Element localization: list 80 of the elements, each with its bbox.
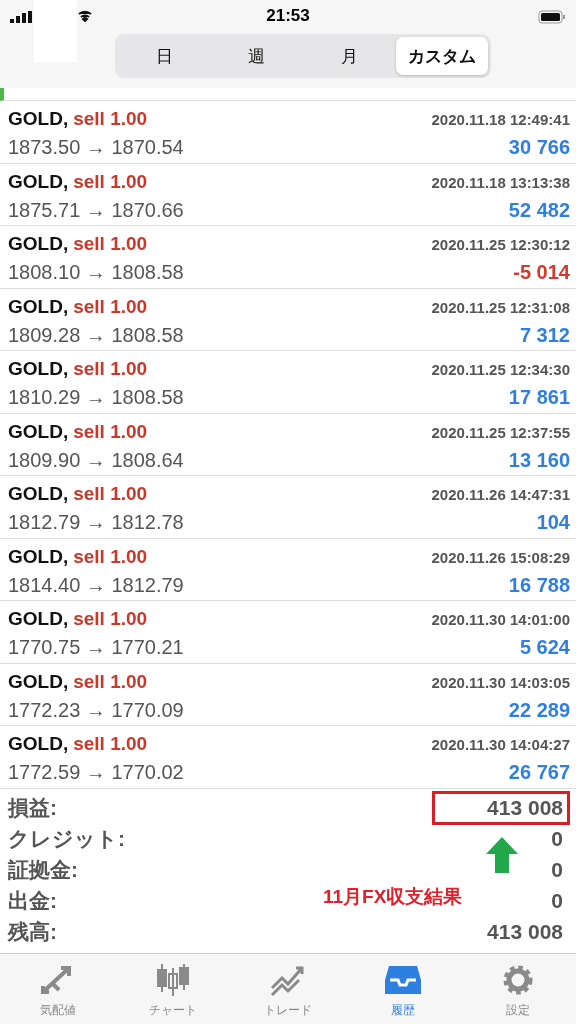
deal-profit: 22 289 (508, 698, 570, 722)
deal-prices: 1808.10 → 1808.58 (8, 261, 184, 285)
deal-type: sell 1.00 (73, 233, 148, 255)
deal-type: sell 1.00 (73, 608, 148, 630)
deal-profit: 13 160 (508, 448, 570, 472)
period-tab[interactable]: カスタム (395, 37, 488, 75)
deal-time: 2020.11.30 14:04:27 (431, 736, 570, 754)
deal-prices: 1809.28 → 1808.58 (8, 323, 184, 347)
symbol-label: GOLD, (8, 358, 69, 380)
deal-time: 2020.11.25 12:34:30 (431, 361, 570, 379)
deal-type: sell 1.00 (73, 108, 148, 130)
symbol-label: GOLD, (8, 420, 69, 442)
deal-time: 2020.11.26 15:08:29 (431, 548, 570, 566)
signal-icon (10, 11, 34, 23)
deal-time: 2020.11.26 14:47:31 (431, 486, 570, 504)
tab-bar-item[interactable]: チャート (115, 954, 231, 1024)
wifi-icon (78, 10, 92, 22)
deal-prices: 1873.50 → 1870.54 (8, 136, 184, 160)
deal-prices: 1809.90 → 1808.64 (8, 448, 184, 472)
deal-prices: 1812.79 → 1812.78 (8, 511, 184, 535)
deal-time: 2020.11.25 12:31:08 (431, 298, 570, 316)
deal-prices: 1875.71 → 1870.66 (8, 198, 184, 222)
deal-prices: 1772.23 → 1770.09 (8, 698, 184, 722)
status-time: 21:53 (266, 6, 310, 26)
deal-type: sell 1.00 (73, 358, 148, 380)
summary-value: 413 008 (432, 791, 570, 825)
deal-type: sell 1.00 (73, 670, 148, 692)
deal-type: sell 1.00 (73, 483, 148, 505)
up-arrow-icon (486, 836, 518, 873)
deal-profit: -5 014 (513, 261, 570, 285)
summary-value: 0 (550, 857, 564, 883)
summary-label: 残高: (8, 919, 57, 945)
symbol-label: GOLD, (8, 733, 69, 755)
tab-bar-item[interactable]: 気配値 (0, 954, 116, 1024)
deal-profit: 104 (536, 511, 570, 535)
deal-time: 2020.11.25 12:37:55 (431, 423, 570, 441)
deal-type: sell 1.00 (73, 170, 148, 192)
tab-bar-item[interactable]: トレード (230, 954, 346, 1024)
deal-prices: 1814.40 → 1812.79 (8, 573, 184, 597)
deal-time: 2020.11.30 14:03:05 (431, 673, 570, 691)
period-tab[interactable]: 週 (210, 37, 303, 75)
annotation-text: 11月FX収支結果 (323, 884, 463, 909)
symbol-label: GOLD, (8, 608, 69, 630)
tab-bar-item[interactable]: 履歴 (345, 954, 461, 1024)
summary-label: 証拠金: (8, 857, 78, 883)
deal-type: sell 1.00 (73, 733, 148, 755)
symbol-label: GOLD, (8, 108, 69, 130)
deal-prices: 1810.29 → 1808.58 (8, 386, 184, 410)
symbol-label: GOLD, (8, 670, 69, 692)
deal-profit: 52 482 (508, 198, 570, 222)
summary-label: 出金: (8, 888, 57, 914)
deal-profit: 5 624 (519, 636, 570, 660)
deal-time: 2020.11.25 12:30:12 (431, 236, 570, 254)
deal-time: 2020.11.18 12:49:41 (431, 111, 570, 129)
symbol-label: GOLD, (8, 295, 69, 317)
symbol-label: GOLD, (8, 233, 69, 255)
deal-type: sell 1.00 (73, 420, 148, 442)
deal-profit: 26 767 (508, 761, 570, 785)
symbol-label: GOLD, (8, 545, 69, 567)
deal-profit: 16 788 (508, 573, 570, 597)
deal-time: 2020.11.30 14:01:00 (431, 611, 570, 629)
summary-value: 0 (550, 888, 564, 914)
period-tab[interactable]: 日 (118, 37, 211, 75)
symbol-label: GOLD, (8, 170, 69, 192)
deal-profit: 7 312 (519, 323, 570, 347)
deal-type: sell 1.00 (73, 545, 148, 567)
deal-time: 2020.11.18 13:13:38 (431, 173, 570, 191)
summary-value: 413 008 (486, 919, 564, 945)
summary-label: 損益: (8, 795, 57, 821)
period-tab[interactable]: 月 (303, 37, 396, 75)
deal-type: sell 1.00 (73, 295, 148, 317)
deal-prices: 1770.75 → 1770.21 (8, 636, 184, 660)
tab-bar-item[interactable]: 設定 (460, 954, 576, 1024)
symbol-label: GOLD, (8, 483, 69, 505)
deal-prices: 1772.59 → 1770.02 (8, 761, 184, 785)
deal-profit: 17 861 (508, 386, 570, 410)
deal-profit: 30 766 (508, 136, 570, 160)
summary-label: クレジット: (8, 826, 125, 852)
summary-value: 0 (550, 826, 564, 852)
battery-icon (538, 10, 566, 24)
